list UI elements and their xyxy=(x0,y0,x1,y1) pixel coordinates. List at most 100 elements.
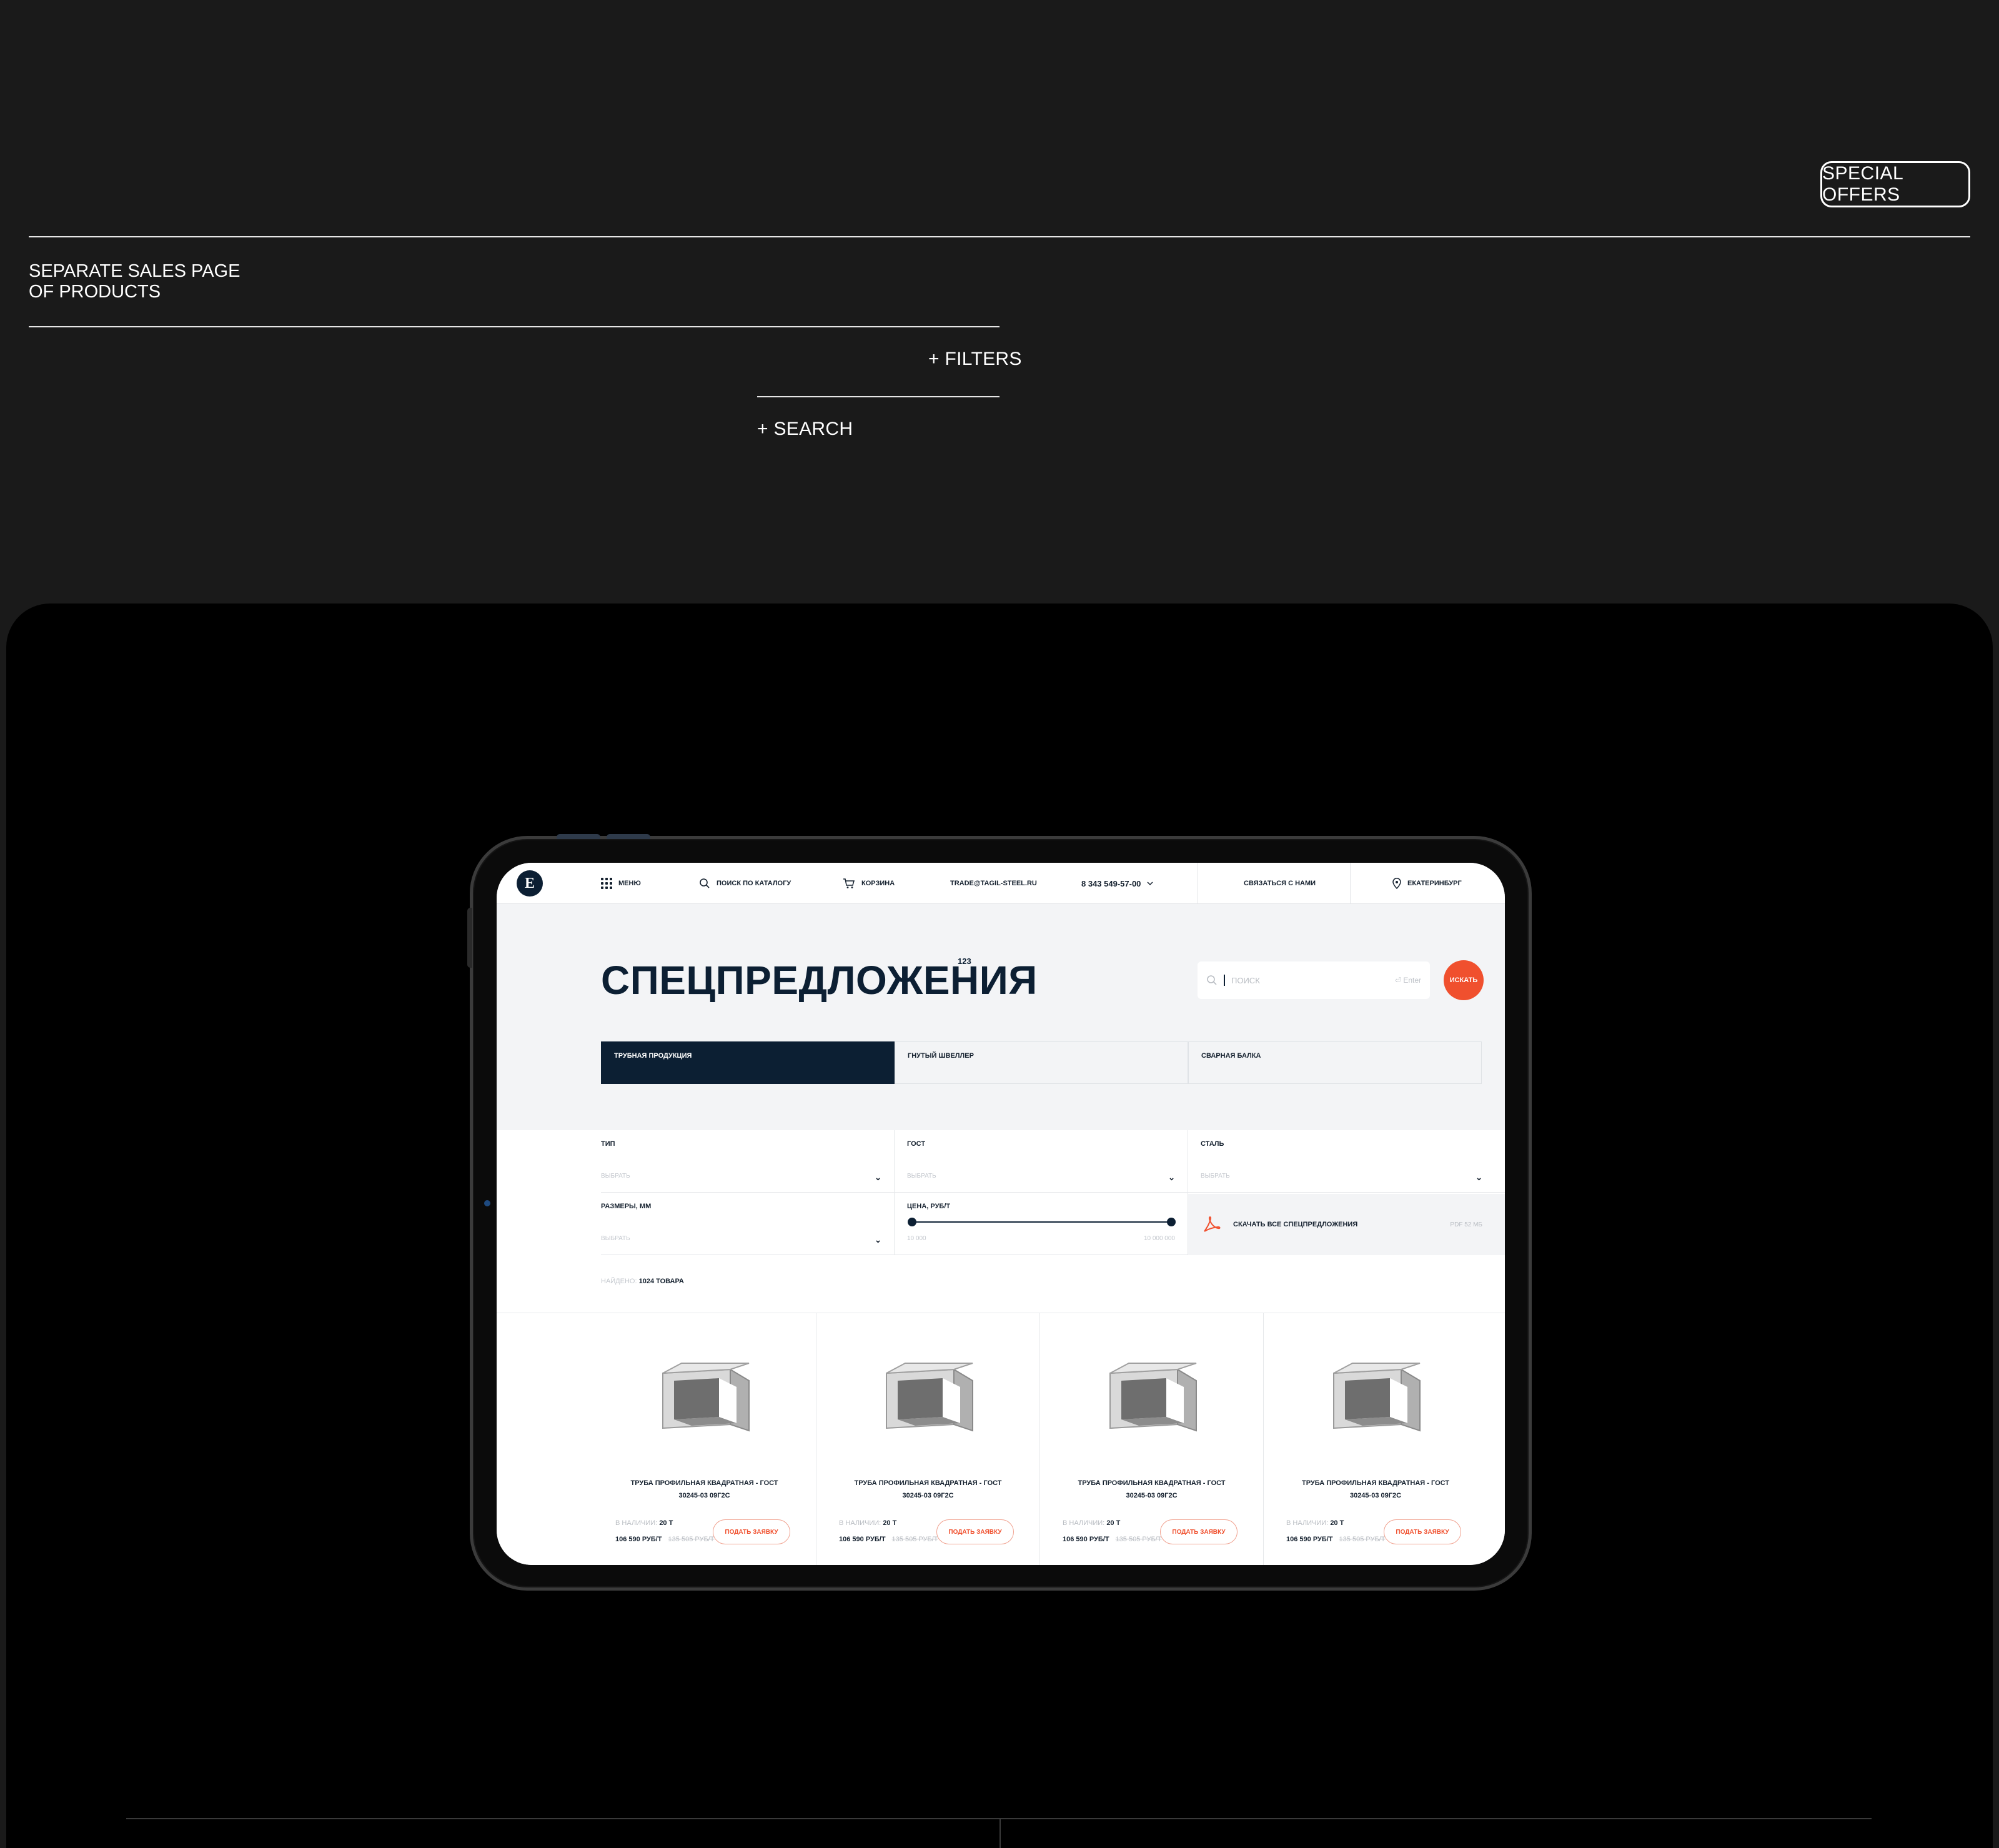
order-button[interactable]: ПОДАТЬ ЗАЯВКУ xyxy=(1160,1519,1238,1544)
product-stock: В НАЛИЧИИ: 20 Т xyxy=(615,1519,673,1527)
filter-select[interactable]: ВЫБРАТЬ ⌄ xyxy=(601,1235,881,1245)
order-button[interactable]: ПОДАТЬ ЗАЯВКУ xyxy=(1384,1519,1461,1544)
contact-label: СВЯЗАТЬСЯ С НАМИ xyxy=(1244,880,1316,887)
chevron-down-icon: ⌄ xyxy=(875,1173,881,1182)
city-selector[interactable]: ЕКАТЕРИНБУРГ xyxy=(1392,863,1462,904)
product-name: ТРУБА ПРОФИЛЬНАЯ КВАДРАТНАЯ - ГОСТ 30245-… xyxy=(1301,1479,1450,1499)
product-stock: В НАЛИЧИИ: 20 Т xyxy=(1063,1519,1121,1527)
product-card[interactable]: ТРУБА ПРОФИЛЬНАЯ КВАДРАТНАЯ - ГОСТ 30245-… xyxy=(1264,1313,1487,1565)
filter-select[interactable]: ВЫБРАТЬ ⌄ xyxy=(1201,1173,1482,1183)
caption-line-2: OF PRODUCTS xyxy=(29,282,161,302)
city-label: ЕКАТЕРИНБУРГ xyxy=(1407,880,1462,887)
order-button[interactable]: ПОДАТЬ ЗАЯВКУ xyxy=(936,1519,1014,1544)
menu-label: МЕНЮ xyxy=(618,880,641,887)
product-price: 106 590 РУБ/Т 135 505 РУБ/Т xyxy=(839,1536,938,1543)
caption-divider xyxy=(29,326,999,327)
slide-caption: SEPARATE SALES PAGE OF PRODUCTS xyxy=(29,261,240,302)
cart-button[interactable]: КОРЗИНА xyxy=(843,863,895,904)
chevron-down-icon: ⌄ xyxy=(1168,1173,1175,1182)
top-divider xyxy=(29,236,1970,237)
filter-gost[interactable]: ГОСТ ВЫБРАТЬ ⌄ xyxy=(895,1130,1188,1193)
feature-divider xyxy=(757,396,999,397)
filter-label: ГОСТ xyxy=(907,1140,926,1148)
enter-hint: ⏎ Enter xyxy=(1394,976,1421,985)
product-card[interactable]: ТРУБА ПРОФИЛЬНАЯ КВАДРАТНАЯ - ГОСТ 30245-… xyxy=(593,1313,816,1565)
product-price: 106 590 РУБ/Т 135 505 РУБ/Т xyxy=(1063,1536,1162,1543)
old-price: 135 505 РУБ/Т xyxy=(891,1536,938,1543)
product-name: ТРУБА ПРОФИЛЬНАЯ КВАДРАТНАЯ - ГОСТ 30245-… xyxy=(630,1479,778,1499)
search-icon xyxy=(700,878,710,888)
filter-label: ТИП xyxy=(601,1140,615,1148)
logo-icon: Е xyxy=(524,875,535,892)
download-offers-button[interactable]: СКАЧАТЬ ВСЕ СПЕЦПРЕДЛОЖЕНИЯ PDF 52 МБ xyxy=(1188,1194,1505,1255)
product-image xyxy=(1109,1363,1197,1432)
product-card[interactable]: ТРУБА ПРОФИЛЬНАЯ КВАДРАТНАЯ - ГОСТ 30245-… xyxy=(1040,1313,1264,1565)
chevron-down-icon xyxy=(1147,882,1153,886)
tab-bent-channel[interactable]: ГНУТЫЙ ШВЕЛЛЕР xyxy=(895,1041,1188,1084)
filter-label: СТАЛЬ xyxy=(1201,1140,1224,1148)
location-pin-icon xyxy=(1392,878,1401,889)
product-name: ТРУБА ПРОФИЛЬНАЯ КВАДРАТНАЯ - ГОСТ 30245-… xyxy=(854,1479,1002,1499)
power-button xyxy=(467,908,472,968)
cart-icon xyxy=(843,878,855,888)
tab-label: ГНУТЫЙ ШВЕЛЛЕР xyxy=(908,1052,974,1060)
order-button[interactable]: ПОДАТЬ ЗАЯВКУ xyxy=(713,1519,790,1544)
header-divider xyxy=(1350,863,1351,904)
caption-line-1: SEPARATE SALES PAGE xyxy=(29,261,241,281)
search-placeholder: ПОИСК xyxy=(1231,975,1260,985)
filter-type[interactable]: ТИП ВЫБРАТЬ ⌄ xyxy=(601,1130,895,1193)
page-title: СПЕЦПРЕДЛОЖЕНИЯ xyxy=(601,958,1038,1003)
volume-button xyxy=(607,834,650,839)
tab-welded-beam[interactable]: СВАРНАЯ БАЛКА xyxy=(1188,1041,1482,1084)
grid-icon xyxy=(601,878,612,889)
filter-select[interactable]: ВЫБРАТЬ ⌄ xyxy=(907,1173,1175,1183)
email-link[interactable]: TRADE@TAGIL-STEEL.RU xyxy=(950,863,1037,904)
bottom-divider xyxy=(126,1818,1872,1819)
filter-sizes[interactable]: РАЗМЕРЫ, ММ ВЫБРАТЬ ⌄ xyxy=(601,1193,895,1255)
product-price: 106 590 РУБ/Т 135 505 РУБ/Т xyxy=(615,1536,715,1543)
price-slider-min-handle[interactable] xyxy=(908,1218,916,1226)
filter-label: ЦЕНА, РУБ/Т xyxy=(907,1203,951,1210)
filter-price: ЦЕНА, РУБ/Т 10 000 10 000 000 xyxy=(895,1193,1188,1255)
product-card[interactable]: ТРУБА ПРОФИЛЬНАЯ КВАДРАТНАЯ - ГОСТ 30245-… xyxy=(816,1313,1040,1565)
download-meta: PDF 52 МБ xyxy=(1450,1221,1482,1228)
catalog-search-button[interactable]: ПОИСК ПО КАТАЛОГУ xyxy=(699,863,791,904)
feature-search: + SEARCH xyxy=(757,419,853,439)
tab-label: СВАРНАЯ БАЛКА xyxy=(1201,1052,1261,1060)
phone-dropdown[interactable]: 8 343 549-57-00 xyxy=(1081,863,1153,904)
logo[interactable]: Е xyxy=(517,870,543,897)
download-label: СКАЧАТЬ ВСЕ СПЕЦПРЕДЛОЖЕНИЯ xyxy=(1233,1221,1358,1228)
product-stock: В НАЛИЧИИ: 20 Т xyxy=(1286,1519,1344,1527)
product-price: 106 590 РУБ/Т 135 505 РУБ/Т xyxy=(1286,1536,1386,1543)
old-price: 135 505 РУБ/Т xyxy=(668,1536,715,1543)
product-stock: В НАЛИЧИИ: 20 Т xyxy=(839,1519,897,1527)
price-slider-max-handle[interactable] xyxy=(1167,1218,1176,1226)
chevron-down-icon: ⌄ xyxy=(1476,1173,1482,1182)
search-button[interactable]: ИСКАТЬ xyxy=(1444,960,1484,1000)
menu-button[interactable]: МЕНЮ xyxy=(601,863,641,904)
product-image xyxy=(662,1363,750,1432)
volume-button xyxy=(557,834,600,839)
filter-select[interactable]: ВЫБРАТЬ ⌄ xyxy=(601,1173,881,1183)
filter-steel[interactable]: СТАЛЬ ВЫБРАТЬ ⌄ xyxy=(1188,1130,1505,1193)
email-label: TRADE@TAGIL-STEEL.RU xyxy=(950,880,1037,887)
price-min-value: 10 000 xyxy=(907,1235,926,1242)
tab-label: ТРУБНАЯ ПРОДУКЦИЯ xyxy=(614,1052,692,1060)
tablet-frame: Е МЕНЮ ПОИСК ПО КАТАЛОГУ КОРЗИНА TRADE@T… xyxy=(467,834,1532,1591)
search-icon xyxy=(1207,975,1217,985)
catalog-search-label: ПОИСК ПО КАТАЛОГУ xyxy=(717,880,791,887)
price-slider-track[interactable] xyxy=(912,1221,1171,1223)
product-name: ТРУБА ПРОФИЛЬНАЯ КВАДРАТНАЯ - ГОСТ 30245-… xyxy=(1078,1479,1226,1499)
search-input[interactable]: ПОИСК ⏎ Enter xyxy=(1198,961,1430,999)
old-price: 135 505 РУБ/Т xyxy=(1115,1536,1162,1543)
site-header: Е МЕНЮ ПОИСК ПО КАТАЛОГУ КОРЗИНА TRADE@T… xyxy=(497,863,1505,904)
tab-pipe-products[interactable]: ТРУБНАЯ ПРОДУКЦИЯ xyxy=(601,1041,895,1084)
product-image xyxy=(886,1363,973,1432)
cart-label: КОРЗИНА xyxy=(861,880,895,887)
bottom-divider-tick xyxy=(999,1819,1001,1848)
product-image xyxy=(1333,1363,1421,1432)
pdf-icon xyxy=(1204,1216,1221,1232)
contact-button[interactable]: СВЯЗАТЬСЯ С НАМИ xyxy=(1244,863,1316,904)
old-price: 135 505 РУБ/Т xyxy=(1339,1536,1386,1543)
filters-panel: ТИП ВЫБРАТЬ ⌄ ГОСТ ВЫБРАТЬ ⌄ СТАЛЬ ВЫБРАТЬ… xyxy=(497,1130,1505,1313)
